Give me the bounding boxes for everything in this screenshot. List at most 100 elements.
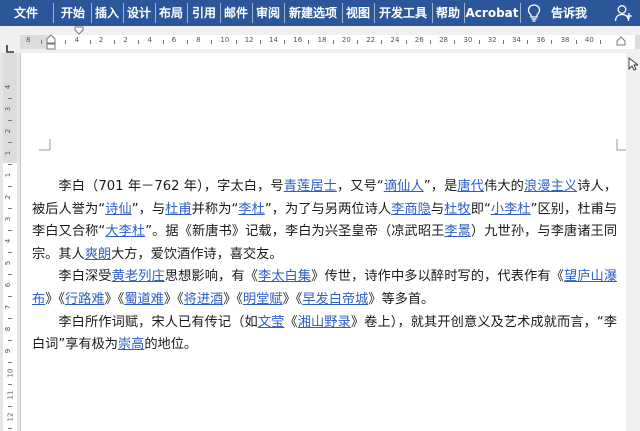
- text-run: 李白所作词赋，宋人已有传记（如: [58, 314, 258, 330]
- tab-file[interactable]: 文件: [2, 0, 50, 26]
- hyperlink[interactable]: 李暠: [444, 224, 471, 239]
- ruler-tick: [65, 40, 67, 44]
- vertical-scrollbar[interactable]: [626, 53, 640, 431]
- ruler-number: 12: [6, 412, 15, 422]
- text-run: 并称为“: [191, 201, 239, 217]
- hyperlink[interactable]: 文莹: [258, 315, 285, 330]
- ruler-number: 6: [171, 36, 177, 44]
- hyperlink[interactable]: 湘山野录: [298, 315, 351, 330]
- ruler-tick: [259, 40, 261, 44]
- tab-developer[interactable]: 开发工具: [375, 0, 431, 26]
- ruler-number: 8: [4, 326, 13, 332]
- right-indent-marker[interactable]: [616, 34, 626, 46]
- tab-view[interactable]: 视图: [343, 0, 373, 26]
- tab-new-options[interactable]: 新建选项: [285, 0, 341, 26]
- text-run: 》《: [104, 291, 125, 307]
- hyperlink[interactable]: 杜牧: [444, 202, 471, 217]
- ruler-number: 30: [463, 36, 473, 44]
- tab-references[interactable]: 引用: [188, 0, 220, 26]
- hyperlink[interactable]: 杜甫: [165, 202, 192, 217]
- ruler-number: 22: [366, 36, 376, 44]
- hyperlink[interactable]: 早发白帝城: [302, 292, 368, 307]
- hyperlink[interactable]: 黄老列庄: [112, 269, 165, 284]
- ruler-number: 8: [196, 36, 201, 44]
- ruler-tick: [308, 40, 310, 44]
- tell-me-search[interactable]: 告诉我: [546, 0, 592, 26]
- ruler-tick: [138, 40, 140, 44]
- share-person-icon[interactable]: [614, 0, 634, 26]
- tab-layout[interactable]: 布局: [156, 0, 186, 26]
- hyperlink[interactable]: 大李杜: [105, 224, 145, 239]
- ruler-number: 2: [123, 36, 128, 44]
- ruler-number: 2: [4, 194, 13, 200]
- ruler-tick: [8, 274, 12, 275]
- text-run: 伟大的: [484, 179, 524, 194]
- ruler-number: 8: [26, 36, 31, 44]
- tab-mailings[interactable]: 邮件: [221, 0, 251, 26]
- hyperlink[interactable]: 李商隐: [391, 202, 431, 217]
- ruler-tick: [162, 40, 164, 44]
- ruler-number: 4: [4, 238, 13, 244]
- ruler-tick: [8, 296, 12, 297]
- horizontal-ruler[interactable]: 8642246810121416182022242628303234363840: [20, 26, 640, 50]
- ruler-tick: [8, 384, 12, 385]
- tab-insert[interactable]: 插入: [92, 0, 122, 26]
- hyperlink[interactable]: 谪仙人: [384, 179, 424, 194]
- first-line-indent-marker[interactable]: [74, 26, 84, 36]
- document-body[interactable]: 李白（701 年－762 年），字太白，号青莲居士，又号“谪仙人”，是唐代伟大的…: [32, 176, 617, 357]
- tab-help[interactable]: 帮助: [433, 0, 463, 26]
- ruler-tick: [8, 98, 12, 99]
- text-run: 的地位。: [144, 337, 198, 353]
- ruler-number: 10: [6, 368, 15, 378]
- ruler-tick: [575, 40, 577, 44]
- tab-review[interactable]: 审阅: [253, 0, 283, 26]
- ruler-tick: [502, 40, 504, 44]
- ruler-number: 10: [220, 36, 230, 44]
- hyperlink[interactable]: 明堂赋: [243, 292, 283, 307]
- ruler-number: 2: [98, 36, 104, 44]
- hyperlink[interactable]: 唐代: [457, 179, 484, 194]
- ruler-number: 24: [390, 36, 400, 44]
- hyperlink[interactable]: 李太白集: [258, 269, 311, 284]
- hyperlink[interactable]: 浪漫主义: [524, 179, 577, 194]
- tab-acrobat[interactable]: Acrobat: [465, 0, 519, 26]
- text-run: 与: [430, 201, 445, 217]
- ruler-tick: [8, 142, 12, 143]
- lightbulb-icon[interactable]: [527, 0, 541, 26]
- tab-stop-selector-icon[interactable]: [6, 38, 15, 53]
- hyperlink[interactable]: 行路难: [65, 292, 105, 307]
- text-run: ，又号“: [336, 179, 384, 194]
- ruler-number: 6: [4, 282, 13, 288]
- ruler-tick: [8, 362, 12, 363]
- text-run: 即“: [470, 201, 491, 217]
- hyperlink[interactable]: 爽朗: [85, 247, 111, 262]
- ruler-tick: [8, 428, 12, 429]
- paragraph-2: 李白深受黄老列庄思想影响，有《李太白集》传世，诗作中多以醉时写的，代表作有《望庐…: [32, 266, 617, 311]
- ruler-number: 4: [4, 84, 13, 90]
- text-run: 李白深受: [58, 269, 112, 285]
- hyperlink[interactable]: 李杜: [238, 202, 265, 217]
- ruler-tick: [8, 340, 12, 341]
- ruler-number: 4: [147, 36, 152, 44]
- vertical-ruler[interactable]: 4 3 2 1 1 2 3 4 5 6 7 8 9 10 11 12: [3, 53, 17, 431]
- ruler-tick: [8, 230, 12, 231]
- hyperlink[interactable]: 崇高: [118, 337, 144, 352]
- text-run: 》《: [45, 291, 65, 307]
- ruler-number: 9: [4, 348, 13, 354]
- hyperlink[interactable]: 将进酒: [184, 292, 224, 307]
- hyperlink[interactable]: 青莲居士: [284, 179, 337, 194]
- hyperlink[interactable]: 小李杜: [491, 202, 531, 217]
- ruler-number: 16: [293, 36, 303, 44]
- hyperlink[interactable]: 诗仙: [105, 202, 132, 217]
- tab-separator: [520, 3, 521, 23]
- left-indent-marker[interactable]: [46, 26, 56, 50]
- ruler-tick: [454, 40, 456, 44]
- paragraph-1: 李白（701 年－762 年），字太白，号青莲居士，又号“谪仙人”，是唐代伟大的…: [32, 176, 617, 266]
- tab-home[interactable]: 开始: [56, 0, 90, 26]
- ruler-number: 26: [414, 36, 424, 44]
- hyperlink[interactable]: 蜀道难: [124, 292, 164, 307]
- ruler-tick: [429, 40, 431, 44]
- ruler-tick: [600, 40, 602, 44]
- ruler-tick: [8, 406, 12, 407]
- tab-design[interactable]: 设计: [124, 0, 154, 26]
